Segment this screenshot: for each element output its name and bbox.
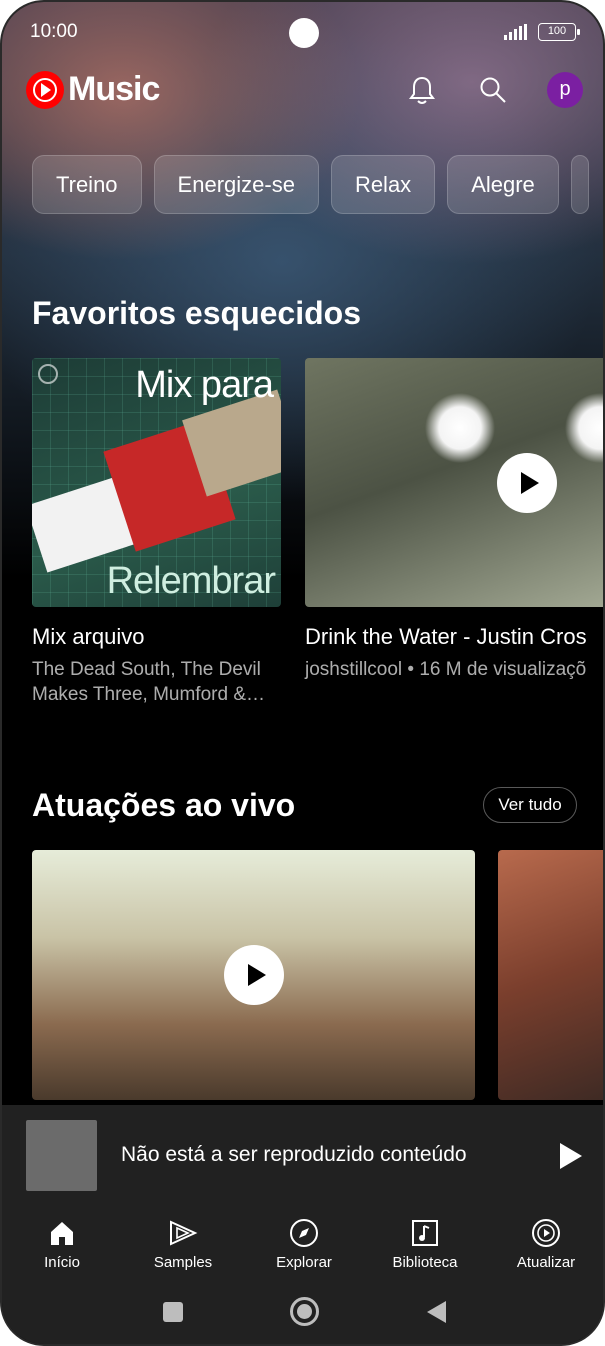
mix-thumbnail[interactable]: Mix para Relembrar (32, 358, 281, 607)
system-navigation (2, 1285, 603, 1344)
nav-label: Samples (153, 1254, 213, 1271)
play-icon[interactable] (497, 453, 557, 513)
mix-art-top-text: Mix para (135, 364, 274, 406)
status-bar: 10:00 100 (2, 2, 603, 64)
nav-item-explore[interactable]: Explorar (249, 1205, 359, 1285)
status-time: 10:00 (30, 21, 78, 42)
recents-icon[interactable] (163, 1302, 183, 1322)
nav-item-library[interactable]: Biblioteca (370, 1205, 480, 1285)
chip-relax[interactable]: Relax (330, 155, 436, 214)
nav-label: Início (44, 1254, 80, 1271)
bell-icon (409, 76, 435, 104)
mini-player-status: Não está a ser reproduzido conteúdo (121, 1143, 467, 1166)
play-icon[interactable] (224, 945, 284, 1005)
video-thumbnail[interactable] (305, 358, 603, 607)
card-subtitle: The Dead South, The Devil Makes Three, M… (32, 659, 266, 705)
section-title-live: Atuações ao vivo (32, 787, 296, 823)
phone-frame: 10:00 100 Music p Treino Energize-se Rel… (0, 0, 605, 1346)
signal-icon (504, 24, 527, 40)
nav-item-upgrade[interactable]: Atualizar (491, 1205, 601, 1285)
front-camera (289, 18, 319, 48)
nav-label: Atualizar (516, 1254, 576, 1271)
youtube-music-logo-icon[interactable] (26, 71, 64, 109)
bottom-navigation: Início Samples Explorar Biblioteca Atual… (2, 1205, 603, 1285)
nav-item-home[interactable]: Início (7, 1205, 117, 1285)
live-video-thumbnail[interactable] (32, 850, 475, 1100)
search-icon (480, 77, 506, 103)
mix-badge-icon (38, 364, 58, 384)
mood-chips: Treino Energize-se Relax Alegre (32, 155, 601, 215)
library-icon (407, 1217, 443, 1249)
card-subtitle: joshstillcool • 16 M de visualizaçõ (305, 659, 587, 680)
search-button[interactable] (473, 70, 513, 110)
nav-label: Explorar (276, 1254, 332, 1271)
see-all-button[interactable]: Ver tudo (483, 787, 577, 823)
samples-icon (165, 1217, 201, 1249)
chip-alegre[interactable]: Alegre (447, 155, 559, 214)
mix-art-bottom-text: Relembrar (106, 560, 276, 602)
nav-item-samples[interactable]: Samples (128, 1205, 238, 1285)
upgrade-icon (528, 1217, 564, 1249)
live-video-thumbnail[interactable] (498, 850, 603, 1100)
compass-icon (286, 1217, 322, 1249)
app-header: Music p (2, 64, 603, 120)
account-avatar[interactable]: p (547, 72, 583, 108)
battery-level: 100 (547, 25, 567, 37)
card-title[interactable]: Drink the Water - Justin Cros (305, 624, 587, 650)
section-title-favorites: Favoritos esquecidos (32, 295, 361, 331)
battery-icon: 100 (538, 23, 580, 41)
app-name: Music (68, 70, 160, 108)
notifications-button[interactable] (402, 70, 442, 110)
card-title[interactable]: Mix arquivo (32, 624, 144, 650)
back-icon[interactable] (427, 1301, 446, 1323)
nav-label: Biblioteca (392, 1254, 458, 1271)
mini-player-artwork (26, 1120, 97, 1191)
home-button-icon[interactable] (290, 1297, 319, 1326)
play-icon[interactable] (560, 1143, 582, 1169)
mini-player[interactable]: Não está a ser reproduzido conteúdo (2, 1105, 603, 1205)
home-icon (44, 1217, 80, 1249)
chip-treino[interactable]: Treino (32, 155, 142, 214)
chip-energize[interactable]: Energize-se (153, 155, 319, 214)
chip-overflow[interactable] (570, 155, 589, 214)
